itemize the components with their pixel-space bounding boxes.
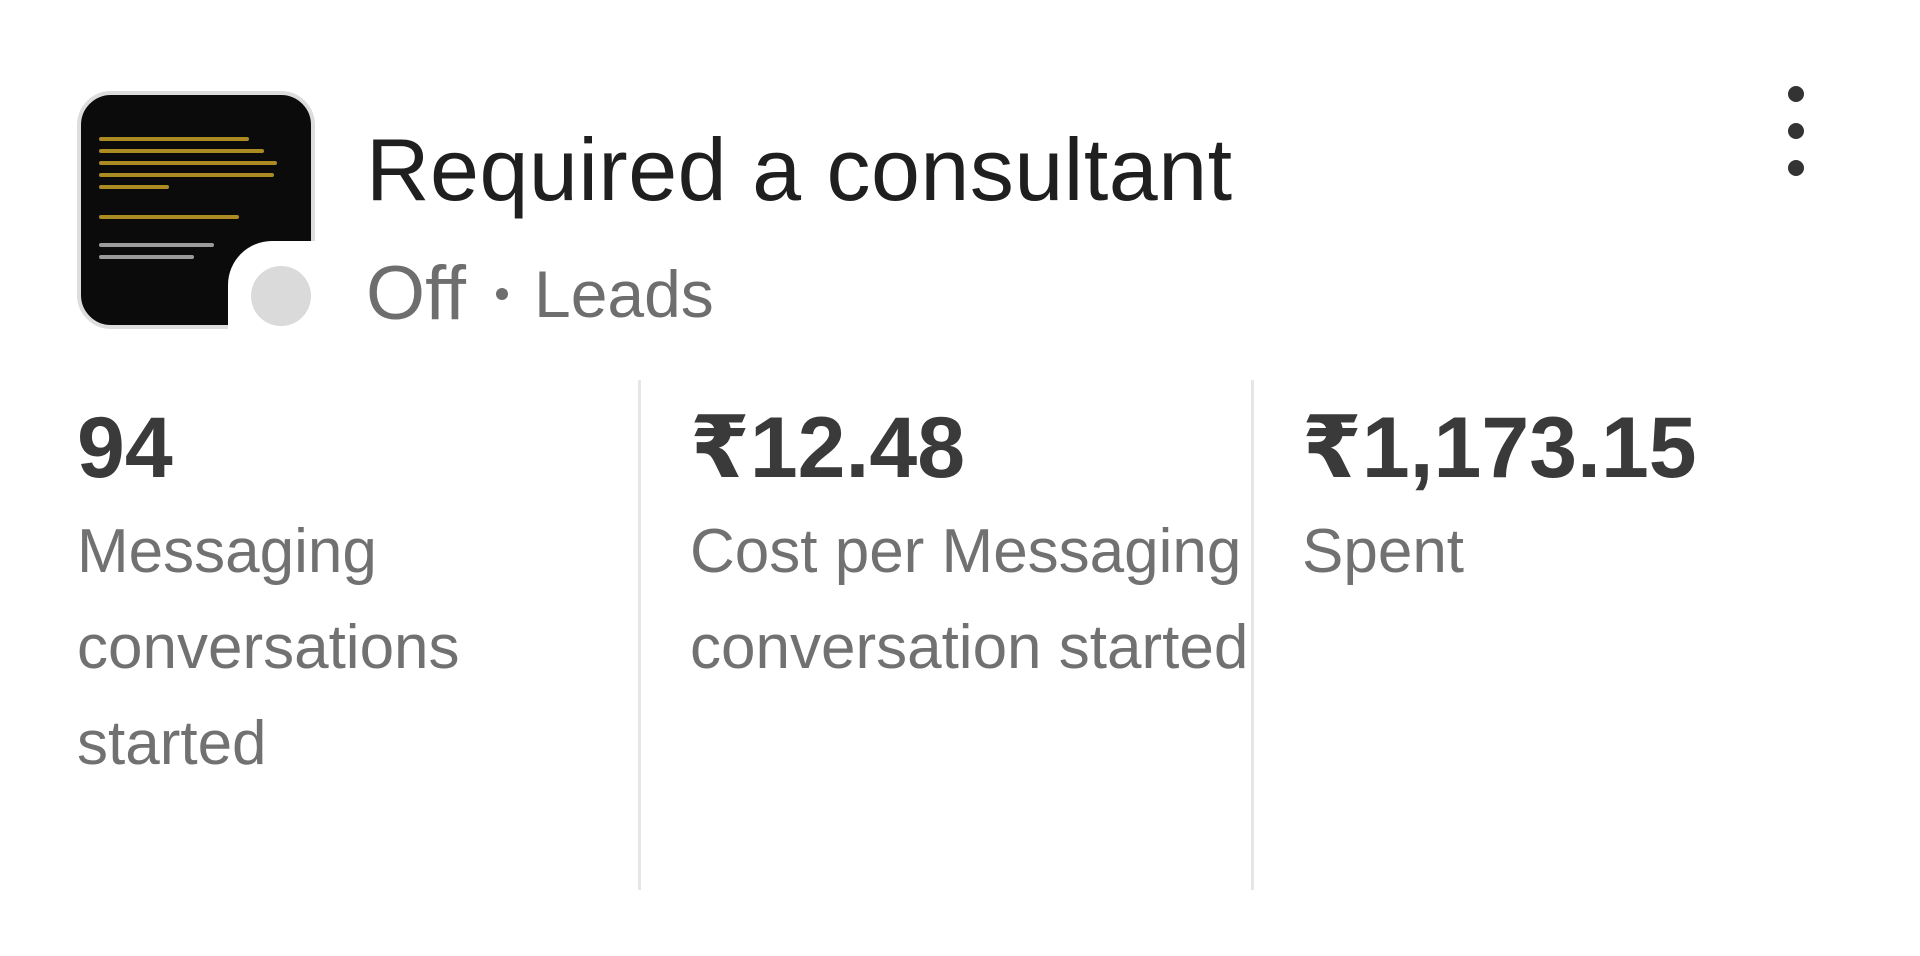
divider <box>1251 380 1254 890</box>
ad-objective: Leads <box>533 257 714 331</box>
ad-status: Off <box>366 251 466 336</box>
separator-dot-icon <box>495 288 508 300</box>
more-options-icon[interactable] <box>1766 86 1826 176</box>
metric-label: Cost per Messaging conversation started <box>690 517 1249 682</box>
metric-value: ₹1,173.15 <box>1302 400 1697 496</box>
metric-value: ₹12.48 <box>690 400 966 496</box>
metrics-row: 94 Messaging conversations started ₹12.4… <box>0 380 1920 890</box>
divider <box>638 380 641 890</box>
metric-spent: ₹1,173.15 Spent <box>1302 380 1862 890</box>
ad-card[interactable]: Required a consultant Off Leads 94 Messa… <box>0 0 1920 956</box>
metric-label: Messaging conversations started <box>77 517 460 778</box>
metric-cost-per-conversation: ₹12.48 Cost per Messaging conversation s… <box>690 380 1250 890</box>
status-dot-icon <box>251 266 311 326</box>
metric-label: Spent <box>1302 517 1465 586</box>
metric-messaging-conversations: 94 Messaging conversations started <box>77 380 637 890</box>
ad-title[interactable]: Required a consultant <box>366 118 1233 222</box>
metric-value: 94 <box>77 400 173 496</box>
ad-subtitle: Off Leads <box>366 254 714 334</box>
